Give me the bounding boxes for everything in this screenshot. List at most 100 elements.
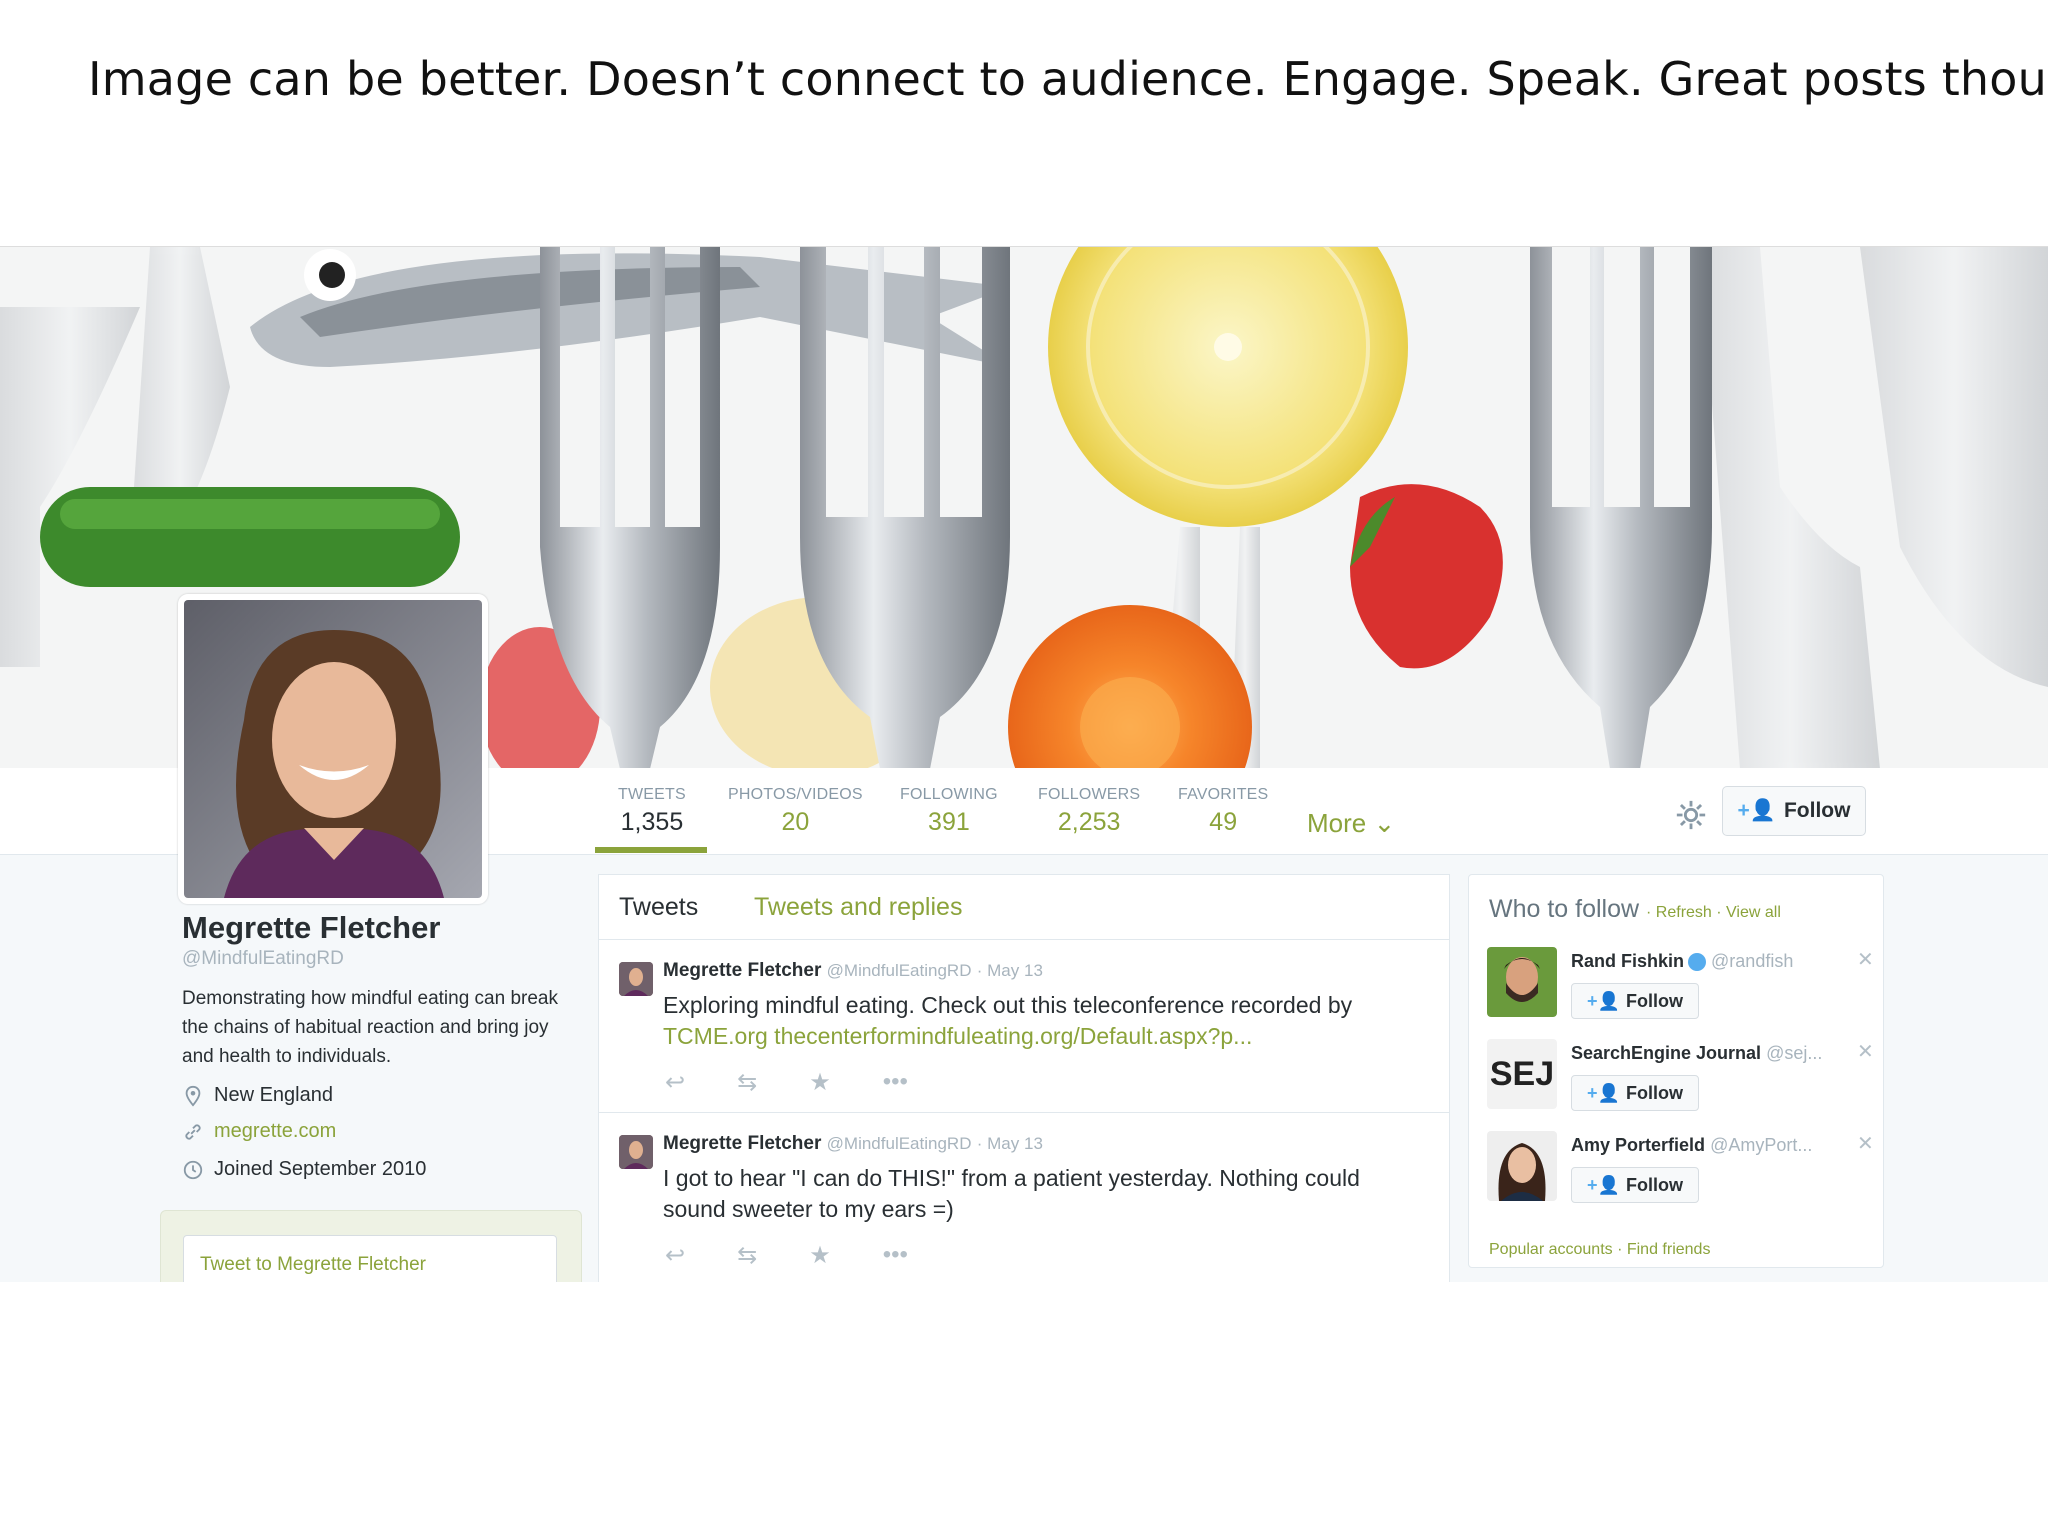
who-to-follow-panel: Who to follow · Refresh · View all Rand … xyxy=(1468,874,1884,1268)
tweet-author[interactable]: Megrette Fletcher xyxy=(663,1133,821,1154)
stat-label: TWEETS xyxy=(618,786,686,803)
tweet-to-box: Tweet to Megrette Fletcher xyxy=(160,1210,582,1282)
add-user-icon: +👤 xyxy=(1587,1082,1620,1103)
stat-label: FOLLOWING xyxy=(900,786,998,803)
suggestion-avatar-image xyxy=(1487,1131,1557,1201)
profile-joined: Joined September 2010 xyxy=(182,1158,426,1181)
follow-label: Follow xyxy=(1783,799,1851,822)
tweet-to-placeholder: Tweet to Megrette Fletcher xyxy=(200,1254,426,1275)
tweet-body: I got to hear "I can do THIS!" from a pa… xyxy=(663,1165,1360,1222)
wtf-heading: Who to follow xyxy=(1489,895,1640,923)
retweet-icon[interactable]: ⇆ xyxy=(737,1241,757,1270)
tweet-header: Megrette Fletcher @MindfulEatingRD · May… xyxy=(663,1133,1043,1155)
follow-label: Follow xyxy=(1625,1174,1683,1195)
add-user-icon: +👤 xyxy=(1737,799,1776,822)
tweet-text: Exploring mindful eating. Check out this… xyxy=(663,990,1423,1052)
add-user-icon: +👤 xyxy=(1587,1174,1620,1195)
suggestion-handle: @randfish xyxy=(1711,951,1794,971)
tweet-body: Exploring mindful eating. Check out this… xyxy=(663,992,1353,1018)
stat-label: FOLLOWERS xyxy=(1038,786,1141,803)
suggestion-name-line: Amy Porterfield @AmyPort... xyxy=(1571,1135,1812,1156)
retweet-icon[interactable]: ⇆ xyxy=(737,1068,757,1097)
tweet-handle: @MindfulEatingRD xyxy=(826,1134,972,1153)
tweet-handle: @MindfulEatingRD xyxy=(826,961,972,980)
profile-handle[interactable]: @MindfulEatingRD xyxy=(182,948,344,970)
tweet-actions: ↩ ⇆ ★ ••• xyxy=(665,1068,908,1097)
suggestion-handle: @AmyPort... xyxy=(1710,1135,1813,1155)
active-stat-underline xyxy=(595,847,707,853)
profile-avatar[interactable] xyxy=(178,594,488,904)
stat-value: 49 xyxy=(1209,808,1238,836)
stat-label: PHOTOS/VIDEOS xyxy=(728,786,863,803)
suggestion-follow-button[interactable]: +👤 Follow xyxy=(1571,983,1699,1019)
follow-button[interactable]: +👤 Follow xyxy=(1722,786,1866,836)
stat-following[interactable]: FOLLOWING 391 xyxy=(900,786,998,837)
more-dropdown[interactable]: More ⌄ xyxy=(1307,808,1395,839)
add-user-icon: +👤 xyxy=(1587,990,1620,1011)
suggestion-name[interactable]: Amy Porterfield xyxy=(1571,1135,1705,1155)
suggestion-item: Rand Fishkin @randfish ✕ +👤 Follow xyxy=(1487,947,1874,1027)
stat-tweets[interactable]: TWEETS 1,355 xyxy=(618,786,686,837)
joined-text: Joined September 2010 xyxy=(214,1158,427,1180)
reply-icon[interactable]: ↩ xyxy=(665,1241,685,1270)
tweet-actions: ↩ ⇆ ★ ••• xyxy=(665,1241,908,1270)
wtf-footer-links[interactable]: Popular accounts · Find friends xyxy=(1489,1241,1710,1259)
suggestion-avatar[interactable]: SEJ xyxy=(1487,1039,1557,1109)
suggestion-avatar[interactable] xyxy=(1487,947,1557,1017)
tweet-date[interactable]: · May 13 xyxy=(977,1134,1043,1153)
suggestion-avatar[interactable] xyxy=(1487,1131,1557,1201)
stat-favorites[interactable]: FAVORITES 49 xyxy=(1178,786,1268,837)
tweet-link[interactable]: TCME.org thecenterformindfuleating.org/D… xyxy=(663,1023,1252,1049)
clock-icon xyxy=(183,1160,203,1179)
tweet-author[interactable]: Megrette Fletcher xyxy=(663,960,821,981)
tweet-avatar[interactable] xyxy=(619,1135,653,1169)
profile-location: New England xyxy=(182,1084,333,1107)
tweet-item[interactable]: Megrette Fletcher @MindfulEatingRD · May… xyxy=(599,940,1449,1113)
tweet-to-input[interactable]: Tweet to Megrette Fletcher xyxy=(183,1235,557,1282)
website-link[interactable]: megrette.com xyxy=(214,1120,336,1143)
favorite-star-icon[interactable]: ★ xyxy=(809,1068,831,1097)
gear-icon[interactable] xyxy=(1674,798,1708,832)
tweet-date[interactable]: · May 13 xyxy=(977,961,1043,980)
follow-label: Follow xyxy=(1625,990,1683,1011)
tweet-avatar[interactable] xyxy=(619,962,653,996)
stat-value: 2,253 xyxy=(1057,808,1121,836)
more-label: More xyxy=(1307,808,1367,838)
profile-name: Megrette Fletcher xyxy=(182,910,441,945)
dismiss-close-icon[interactable]: ✕ xyxy=(1857,947,1874,972)
verified-badge-icon xyxy=(1688,953,1707,972)
stat-value: 391 xyxy=(928,808,970,836)
timeline: Tweets Tweets and replies Megrette Fletc… xyxy=(598,874,1450,1282)
tweet-item[interactable]: Megrette Fletcher @MindfulEatingRD · May… xyxy=(599,1113,1449,1282)
location-text: New England xyxy=(214,1084,333,1106)
sej-logo: SEJ xyxy=(1489,1054,1555,1093)
dismiss-close-icon[interactable]: ✕ xyxy=(1857,1039,1874,1064)
more-dots-icon[interactable]: ••• xyxy=(883,1068,908,1097)
slide-caption: Image can be better. Doesn’t connect to … xyxy=(88,52,2048,106)
tab-tweets[interactable]: Tweets xyxy=(619,893,698,922)
stat-followers[interactable]: FOLLOWERS 2,253 xyxy=(1038,786,1140,837)
suggestion-follow-button[interactable]: +👤 Follow xyxy=(1571,1075,1699,1111)
suggestion-follow-button[interactable]: +👤 Follow xyxy=(1571,1167,1699,1203)
stat-photos-videos[interactable]: PHOTOS/VIDEOS 20 xyxy=(728,786,863,837)
reply-icon[interactable]: ↩ xyxy=(665,1068,685,1097)
wtf-refresh-links[interactable]: · Refresh · View all xyxy=(1646,904,1781,921)
suggestion-handle: @sej... xyxy=(1766,1043,1823,1063)
suggestion-name[interactable]: SearchEngine Journal xyxy=(1571,1043,1761,1063)
tweet-avatar-image xyxy=(619,1135,653,1169)
tab-tweets-and-replies[interactable]: Tweets and replies xyxy=(754,893,962,922)
profile-bio: Demonstrating how mindful eating can bre… xyxy=(182,988,558,1067)
link-icon xyxy=(185,1123,201,1140)
suggestion-item: SEJ SearchEngine Journal @sej... ✕ +👤 Fo… xyxy=(1487,1039,1874,1119)
tweet-avatar-image xyxy=(619,962,653,996)
tweet-text: I got to hear "I can do THIS!" from a pa… xyxy=(663,1163,1423,1225)
who-to-follow-title: Who to follow · Refresh · View all xyxy=(1489,895,1781,924)
suggestion-item: Amy Porterfield @AmyPort... ✕ +👤 Follow xyxy=(1487,1131,1874,1211)
twitter-profile-screenshot: TWEETS 1,355 PHOTOS/VIDEOS 20 FOLLOWING … xyxy=(0,246,2048,1282)
more-dots-icon[interactable]: ••• xyxy=(883,1241,908,1270)
favorite-star-icon[interactable]: ★ xyxy=(809,1241,831,1270)
stat-value: 20 xyxy=(781,808,810,836)
dismiss-close-icon[interactable]: ✕ xyxy=(1857,1131,1874,1156)
profile-website[interactable]: megrette.com xyxy=(182,1120,336,1143)
suggestion-name[interactable]: Rand Fishkin xyxy=(1571,951,1684,971)
